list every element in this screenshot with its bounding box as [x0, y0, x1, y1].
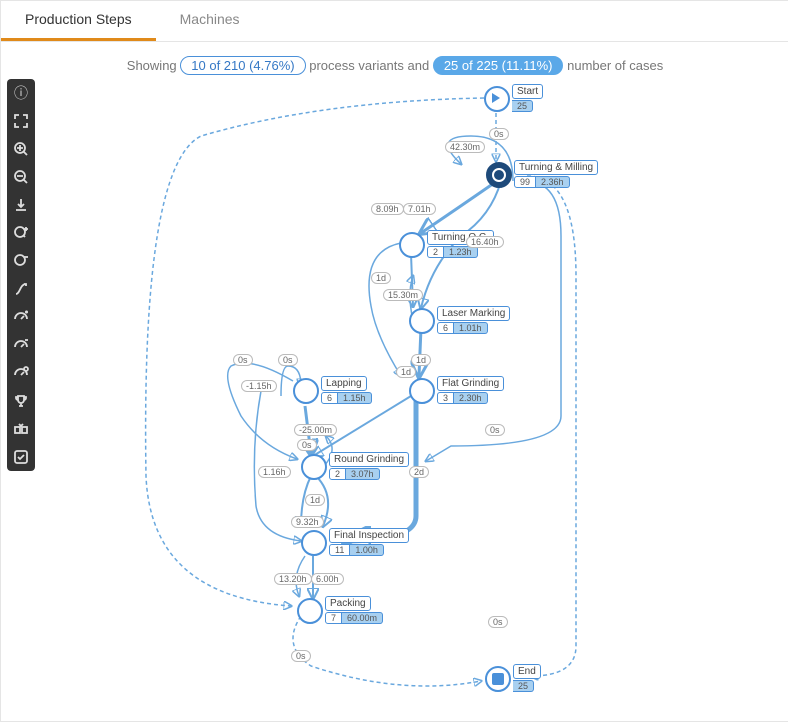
stat-dur: 1.01h — [454, 322, 488, 334]
node-label: Flat Grinding — [437, 376, 504, 391]
play-icon — [484, 86, 510, 112]
edge-label: 15.30m — [383, 289, 423, 301]
stat-dur: 2.30h — [454, 392, 488, 404]
node-label: Start — [512, 84, 543, 99]
edge-label: 0s — [291, 650, 311, 662]
edge-label: 2d — [409, 466, 429, 478]
node-icon — [293, 378, 319, 404]
stat-count: 7 — [325, 612, 342, 624]
tabs: Production Steps Machines — [1, 1, 788, 42]
stat-count: 25 — [513, 680, 534, 692]
edge-label: 13.20h — [274, 573, 312, 585]
edge-label: 0s — [233, 354, 253, 366]
stat-dur: 1.00h — [350, 544, 384, 556]
edge-label: 8.09h — [371, 203, 404, 215]
node-icon — [486, 162, 512, 188]
tab-machines[interactable]: Machines — [156, 1, 264, 41]
edge-label: 0s — [297, 439, 317, 451]
stat-count: 2 — [329, 468, 346, 480]
stat-count: 6 — [437, 322, 454, 334]
stat-count: 6 — [321, 392, 338, 404]
node-icon — [409, 308, 435, 334]
stop-icon — [485, 666, 511, 692]
node-icon — [301, 454, 327, 480]
cases-pill[interactable]: 25 of 225 (11.11%) — [433, 56, 564, 75]
stat-dur: 3.07h — [346, 468, 380, 480]
edge-label: 1d — [371, 272, 391, 284]
variants-pill[interactable]: 10 of 210 (4.76%) — [180, 56, 305, 75]
edge-label: 7.01h — [403, 203, 436, 215]
node-icon — [409, 378, 435, 404]
stat-count: 25 — [512, 100, 533, 112]
stat-count: 3 — [437, 392, 454, 404]
stat-count: 2 — [427, 246, 444, 258]
edge-label: 0s — [488, 616, 508, 628]
stat-dur: 2.36h — [536, 176, 570, 188]
edge-label: 1.16h — [258, 466, 291, 478]
stat-dur: 1.15h — [338, 392, 372, 404]
edge-label: 1d — [396, 366, 416, 378]
summary-suffix: number of cases — [567, 58, 663, 73]
edge-label: -1.15h — [241, 380, 277, 392]
edge-label: 16.40h — [466, 236, 504, 248]
node-label: Lapping — [321, 376, 367, 391]
summary-mid: process variants and — [309, 58, 433, 73]
edge-label: -25.00m — [294, 424, 337, 436]
node-label: Turning & Milling — [514, 160, 598, 175]
edges — [1, 76, 788, 721]
node-label: End — [513, 664, 541, 679]
stat-count: 99 — [514, 176, 536, 188]
edge-label: 1d — [305, 494, 325, 506]
edge-label: 42.30m — [445, 141, 485, 153]
edge-label: 6.00h — [311, 573, 344, 585]
edge-label: 9.32h — [291, 516, 324, 528]
graph-canvas[interactable]: Start 25 Turning & Milling 992.36h Turni… — [1, 76, 788, 721]
tab-production-steps[interactable]: Production Steps — [1, 1, 156, 41]
node-icon — [301, 530, 327, 556]
edge-label: 0s — [485, 424, 505, 436]
stat-dur: 60.00m — [342, 612, 383, 624]
edge-label: 1d — [411, 354, 431, 366]
stat-count: 11 — [329, 544, 350, 556]
node-label: Round Grinding — [329, 452, 409, 467]
edge-label: 0s — [489, 128, 509, 140]
node-icon — [399, 232, 425, 258]
node-label: Packing — [325, 596, 371, 611]
node-label: Final Inspection — [329, 528, 409, 543]
node-label: Laser Marking — [437, 306, 510, 321]
node-icon — [297, 598, 323, 624]
edge-label: 0s — [278, 354, 298, 366]
summary-prefix: Showing — [127, 58, 180, 73]
